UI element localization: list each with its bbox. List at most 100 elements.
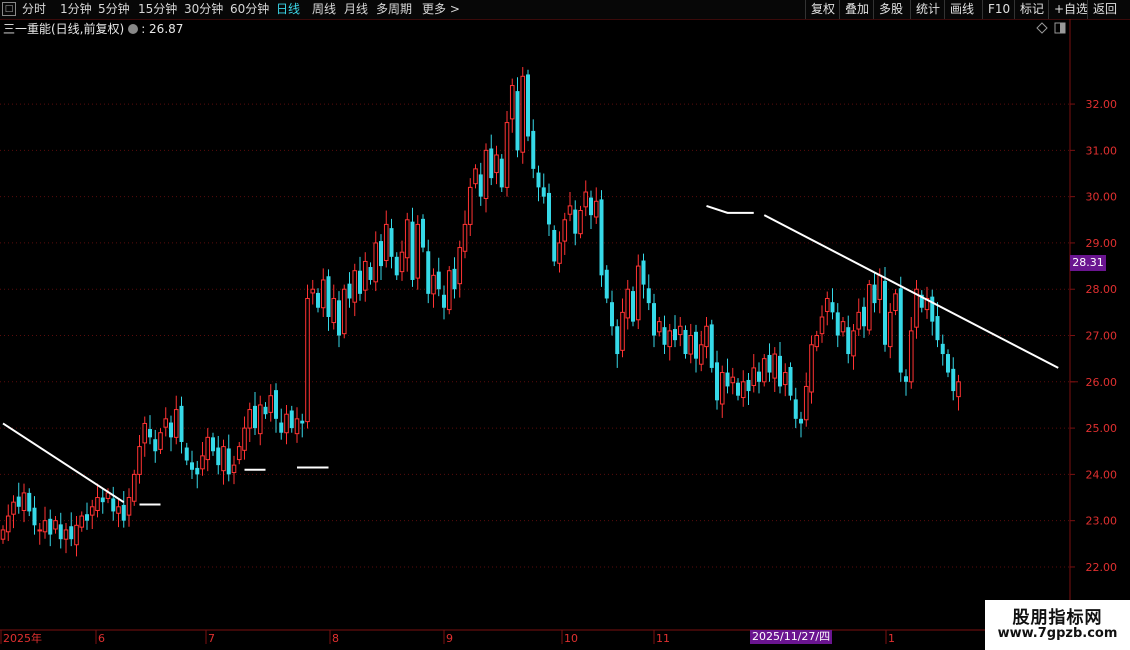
period-tab-9[interactable]: 多周期 xyxy=(376,1,412,18)
period-tab-10[interactable]: 更多 > xyxy=(422,1,460,18)
candle-down xyxy=(589,197,593,216)
candle-up xyxy=(158,432,163,450)
action-button-4[interactable]: 画线 xyxy=(944,0,979,19)
candle-up xyxy=(483,149,489,199)
y-tick-label: 28.00 xyxy=(1086,283,1118,296)
candle-down xyxy=(169,422,173,438)
x-tick-label: 10 xyxy=(564,632,578,645)
candle-up xyxy=(341,288,347,335)
candle-up xyxy=(205,436,211,461)
candle-up xyxy=(404,219,410,259)
candle-up xyxy=(504,122,510,188)
candle-up xyxy=(557,242,562,264)
candle-up xyxy=(473,168,478,185)
candle-up xyxy=(63,529,69,540)
action-button-0[interactable]: 复权 xyxy=(805,0,840,19)
candle-up xyxy=(462,223,468,252)
candle-up xyxy=(268,395,274,413)
candle-up xyxy=(231,464,237,474)
candle-up xyxy=(593,200,599,218)
panel-toggle-icon[interactable]: □ xyxy=(2,2,16,16)
action-button-5[interactable]: F10 xyxy=(982,0,1015,19)
y-tick-label: 27.00 xyxy=(1086,330,1118,343)
action-button-2[interactable]: 多股 xyxy=(873,0,908,19)
candle-up xyxy=(819,316,825,335)
candle-up xyxy=(221,446,226,472)
watermark-url: www.7gpzb.com xyxy=(997,626,1118,641)
candle-up xyxy=(310,288,316,294)
candle-down xyxy=(442,294,446,308)
candle-up xyxy=(620,311,625,351)
candle-down xyxy=(426,251,431,294)
candle-up xyxy=(887,311,893,348)
y-tick-label: 30.00 xyxy=(1086,191,1118,204)
candle-up xyxy=(242,427,247,451)
candle-down xyxy=(379,241,383,267)
x-tick-label: 2025年 xyxy=(3,631,42,645)
period-tab-5[interactable]: 60分钟 xyxy=(230,1,269,18)
action-button-8[interactable]: 返回 xyxy=(1087,0,1122,19)
period-tab-8[interactable]: 月线 xyxy=(344,1,368,18)
x-tick-label: 1 xyxy=(888,632,895,645)
period-tab-7[interactable]: 周线 xyxy=(312,1,336,18)
candle-up xyxy=(74,524,79,546)
candle-down xyxy=(148,429,152,438)
candle-down xyxy=(452,268,457,290)
candle-up xyxy=(373,242,379,283)
candle-up xyxy=(5,515,11,533)
period-tab-6[interactable]: 日线 xyxy=(276,1,300,18)
candle-up xyxy=(37,529,43,532)
y-tick-label: 23.00 xyxy=(1086,515,1118,528)
candle-down xyxy=(211,437,215,452)
period-tab-0[interactable]: 分时 xyxy=(22,1,46,18)
candlestick-chart[interactable]: 32.00 31.00 30.00 29.00 28.00 27.00 26.00 25.00… xyxy=(0,19,1130,645)
candle-up xyxy=(893,293,898,312)
candle-down xyxy=(289,410,294,429)
y-tick-label: 24.00 xyxy=(1086,468,1118,481)
candle-down xyxy=(862,306,866,327)
candle-up xyxy=(851,330,856,357)
candle-up xyxy=(908,330,914,383)
candle-down xyxy=(935,316,940,341)
candle-up xyxy=(704,325,709,348)
candle-up xyxy=(956,381,961,398)
candle-down xyxy=(274,390,278,419)
period-tab-1[interactable]: 1分钟 xyxy=(60,1,92,18)
indicator-line xyxy=(2,422,125,503)
candle-up xyxy=(877,274,883,300)
candle-down xyxy=(652,303,656,336)
candle-down xyxy=(599,199,604,276)
candle-up xyxy=(163,418,169,428)
candle-down xyxy=(835,312,840,336)
action-button-3[interactable]: 统计 xyxy=(910,0,945,19)
period-tab-4[interactable]: 30分钟 xyxy=(184,1,223,18)
candle-up xyxy=(95,497,100,511)
candle-up xyxy=(247,409,253,429)
candle-down xyxy=(631,291,635,322)
candle-down xyxy=(515,91,520,151)
candle-down xyxy=(662,327,667,345)
candle-down xyxy=(179,405,184,442)
period-tab-3[interactable]: 15分钟 xyxy=(138,1,177,18)
candle-down xyxy=(316,292,320,308)
y-tick-label: 26.00 xyxy=(1086,376,1118,389)
x-tick-label: 6 xyxy=(98,632,105,645)
candle-down xyxy=(85,514,89,521)
period-tab-2[interactable]: 5分钟 xyxy=(98,1,130,18)
candle-down xyxy=(898,288,903,373)
candle-down xyxy=(394,256,399,276)
candle-down xyxy=(253,405,257,429)
candle-up xyxy=(667,330,673,348)
candle-up xyxy=(677,325,683,336)
candle-up xyxy=(751,367,757,387)
candle-up xyxy=(467,186,473,225)
candle-down xyxy=(940,343,945,355)
candle-up xyxy=(562,219,568,242)
price-axis: 32.00 31.00 30.00 29.00 28.00 27.00 26.00 25.00… xyxy=(1069,19,1118,631)
candle-up xyxy=(137,446,142,475)
candle-down xyxy=(793,399,798,419)
action-button-6[interactable]: 标记 xyxy=(1014,0,1049,19)
candle-up xyxy=(415,223,421,279)
action-button-1[interactable]: 叠加 xyxy=(839,0,874,19)
candle-up xyxy=(866,284,872,331)
